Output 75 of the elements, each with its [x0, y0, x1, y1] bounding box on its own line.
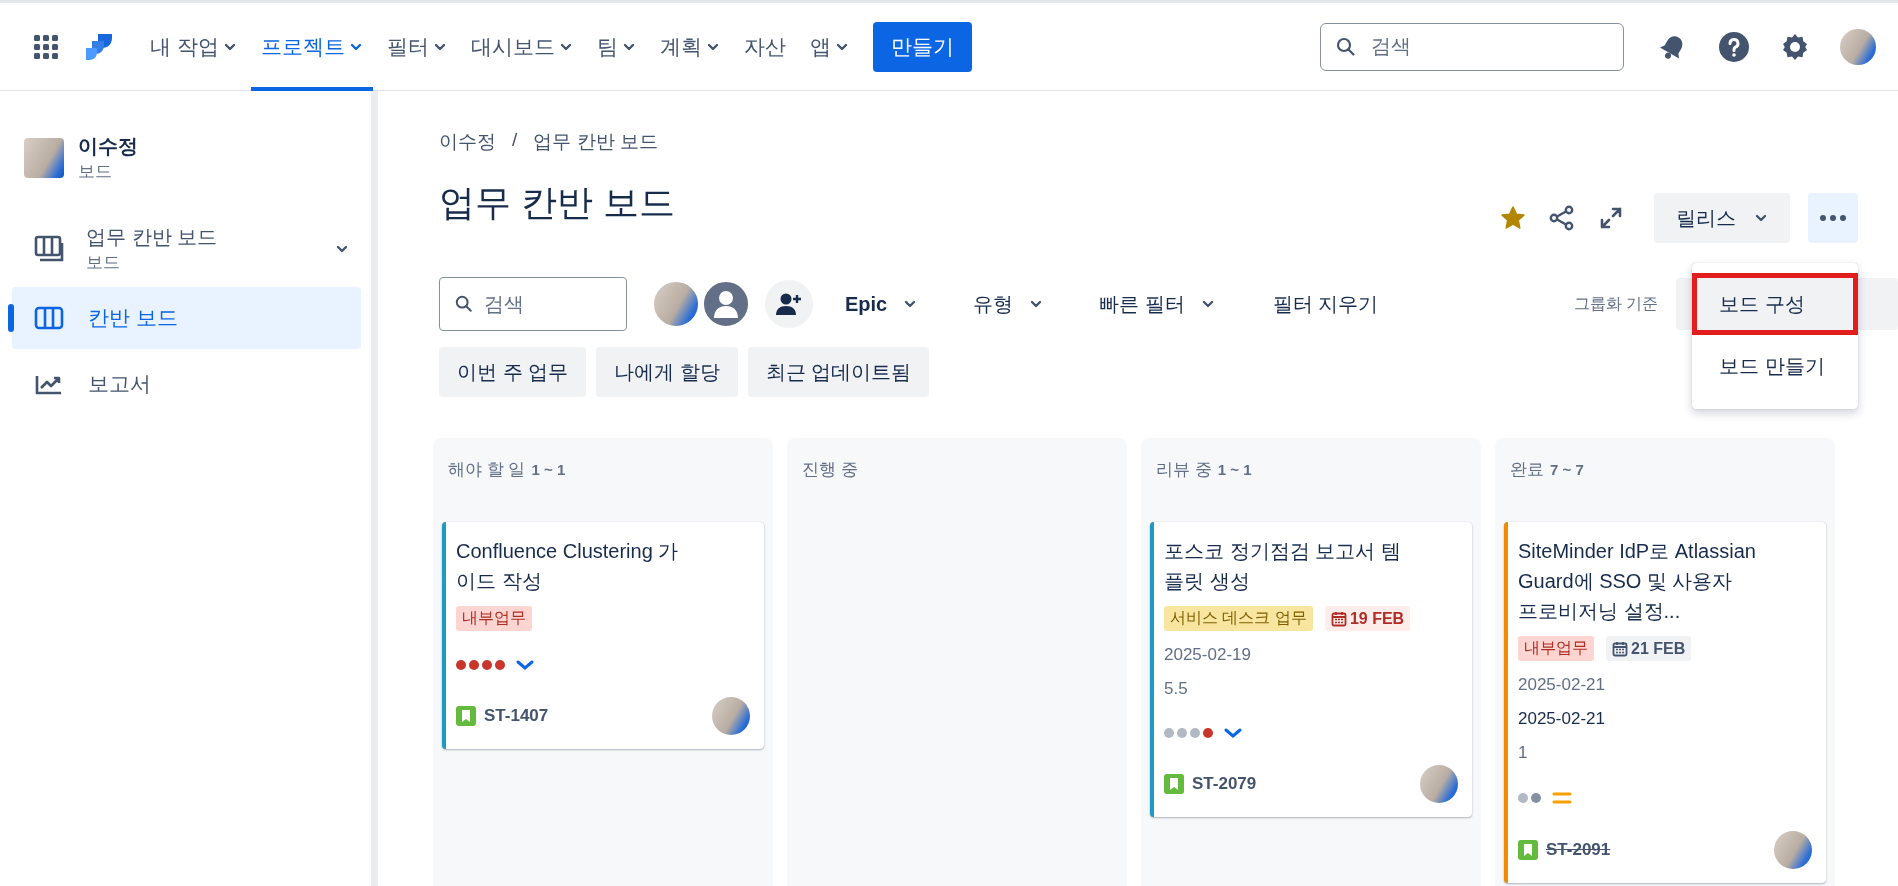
menu-item[interactable]: 보드 만들기	[1692, 335, 1858, 397]
board-icon	[34, 306, 64, 330]
assignee-avatar	[1774, 831, 1812, 869]
issue-key[interactable]: ST-2091	[1546, 840, 1611, 860]
more-icon	[1820, 215, 1846, 221]
issue-title: SiteMinder IdP로 Atlassian Guard에 SSO 및 사용자 프로비저닝 설정...	[1518, 539, 1757, 624]
board-selector[interactable]: 업무 칸반 보드 보드	[12, 219, 361, 279]
column-title: 진행 중	[802, 459, 858, 481]
nav-menu-item[interactable]: 대시보드	[460, 2, 583, 91]
issue-card[interactable]: 포스코 정기점검 보고서 템플릿 생성 서비스 데스크 업무 19 FEB 2025-02-19 5.5 ST-2079	[1150, 522, 1472, 817]
add-person-icon	[776, 292, 802, 316]
nav-menu-item[interactable]: 내 작업	[140, 2, 247, 91]
issue-label: 내부업무	[1518, 636, 1594, 661]
column-title: 해야 할 일	[448, 459, 526, 481]
nav-menu-item[interactable]: 앱	[799, 2, 859, 91]
nav-menu-item[interactable]: 자산	[733, 2, 796, 91]
issue-field: 2025-02-21	[1518, 709, 1812, 729]
story-icon	[1518, 840, 1538, 860]
story-icon	[1164, 774, 1184, 794]
clear-filters-button[interactable]: 필터 지우기	[1266, 289, 1385, 319]
board-title: 업무 칸반 보드	[439, 180, 675, 225]
release-button[interactable]: 릴리스	[1654, 193, 1790, 243]
issue-title: 포스코 정기점검 보고서 템플릿 생성	[1164, 539, 1402, 594]
quick-filter-button[interactable]: 최근 업데이트됨	[747, 347, 930, 397]
assignee-avatar	[1420, 765, 1458, 803]
user-avatar[interactable]	[1840, 28, 1876, 65]
nav-menu-item[interactable]: 계획	[649, 2, 730, 91]
column-count: 1 ~ 1	[1217, 461, 1252, 478]
project-avatar	[24, 138, 64, 178]
quick-filter-button[interactable]: 나에게 할당	[596, 347, 738, 397]
breadcrumb-link[interactable]: 이수정	[439, 129, 496, 155]
breadcrumb-separator: /	[512, 129, 518, 152]
issue-label: 내부업무	[456, 606, 532, 631]
issue-card[interactable]: Confluence Clustering 가이드 작성 내부업무 ST-1407	[442, 522, 764, 749]
calendar-icon	[1612, 640, 1628, 657]
column-title: 완료	[1510, 459, 1544, 481]
issue-field: 5.5	[1164, 679, 1458, 699]
nav-menu-item[interactable]: 프로젝트	[250, 2, 373, 91]
due-date-tag: 19 FEB	[1324, 606, 1411, 631]
assignee-avatar	[712, 697, 750, 735]
selection-indicator	[8, 304, 14, 332]
issue-field: 1	[1518, 743, 1812, 763]
project-name: 이수정	[78, 134, 138, 159]
issue-card[interactable]: SiteMinder IdP로 Atlassian Guard에 SSO 및 사용자 프로비저닝 설정... 내부업무 21 FEB 2025-02-21 2025-02-21 1 ST-2091	[1504, 522, 1826, 883]
column-count: 7 ~ 7	[1550, 461, 1584, 478]
breadcrumb-link[interactable]: 업무 칸반 보드	[533, 129, 658, 155]
menu-item[interactable]: 보드 구성	[1692, 273, 1858, 335]
search-icon	[1336, 36, 1356, 57]
issue-label: 서비스 데스크 업무	[1164, 606, 1313, 631]
story-icon	[456, 706, 476, 726]
column-count: 1 ~ 1	[531, 461, 566, 478]
calendar-icon	[1330, 610, 1347, 627]
issue-key[interactable]: ST-2079	[1192, 774, 1257, 794]
filter-dropdown[interactable]: 유형	[967, 289, 1050, 319]
more-button[interactable]	[1808, 193, 1858, 243]
group-by-label: 그룹화 기준	[1573, 293, 1658, 314]
filter-dropdown[interactable]: Epic	[839, 291, 924, 317]
add-person-button[interactable]	[765, 280, 813, 328]
search-icon	[455, 295, 473, 313]
quick-filter-button[interactable]: 이번 주 업무	[439, 347, 587, 397]
column-title: 리뷰 중	[1156, 459, 1212, 481]
search-field[interactable]: 검색	[439, 277, 627, 331]
boards-icon	[34, 235, 66, 263]
project-type: 보드	[78, 161, 113, 183]
issue-field: 2025-02-21	[1518, 675, 1812, 695]
sidebar-item[interactable]: 보고서	[12, 353, 361, 415]
filter-dropdown[interactable]: 빠른 필터	[1093, 289, 1221, 319]
issue-key[interactable]: ST-1407	[484, 706, 549, 726]
nav-menu-item[interactable]: 팀	[586, 2, 646, 91]
issue-field: 2025-02-19	[1164, 645, 1458, 665]
issue-title: Confluence Clustering 가이드 작성	[456, 539, 680, 594]
nav-menu-item[interactable]: 필터	[376, 2, 457, 91]
create-button[interactable]: 만들기	[872, 21, 972, 72]
search-field[interactable]: 검색	[1320, 22, 1624, 71]
due-date-tag: 21 FEB	[1606, 636, 1692, 661]
